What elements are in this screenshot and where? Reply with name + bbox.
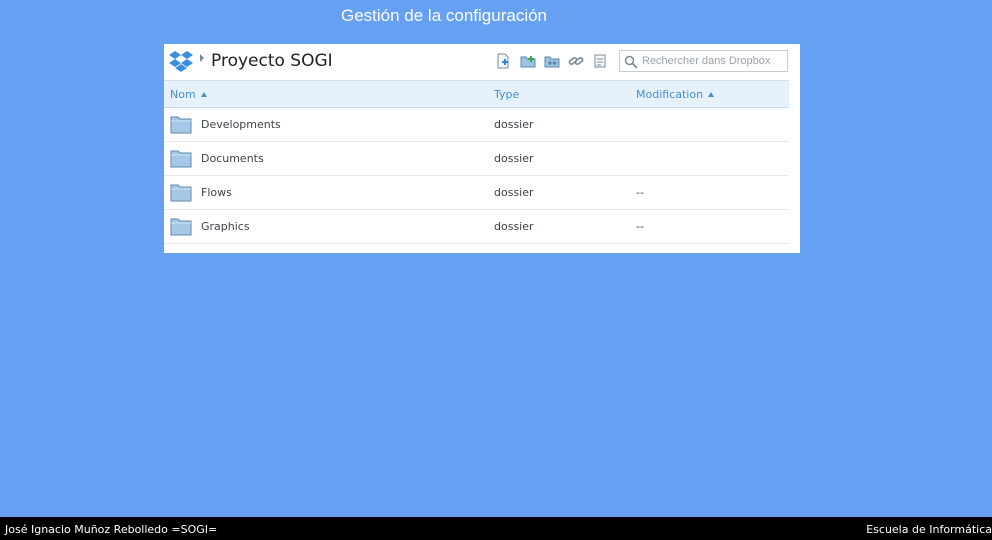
column-header-type-label: Type — [494, 88, 520, 101]
footer-author: José Ignacio Muñoz Rebolledo =SOGI= — [5, 523, 218, 536]
file-type: dossier — [494, 186, 534, 199]
dropbox-window: Proyecto SOGI Rechercher dans Dropbox No… — [164, 44, 800, 253]
folder-icon — [170, 150, 192, 168]
file-modified: -- — [636, 220, 644, 233]
sort-ascending-icon — [708, 92, 715, 97]
footer-school: Escuela de Informática — [866, 523, 992, 536]
folder-icon — [170, 184, 192, 202]
file-name[interactable]: Documents — [201, 152, 264, 165]
search-box — [619, 50, 788, 72]
search-input[interactable] — [642, 53, 784, 69]
file-name[interactable]: Flows — [201, 186, 232, 199]
table-header: Nom Type Modification — [164, 80, 789, 108]
table-row[interactable]: Graphics dossier -- — [164, 210, 789, 244]
table-row[interactable]: Documents dossier — [164, 142, 789, 176]
sort-ascending-icon — [200, 92, 207, 97]
slide-footer: José Ignacio Muñoz Rebolledo =SOGI= Escu… — [0, 517, 992, 540]
shared-folder-icon[interactable] — [544, 53, 560, 69]
column-header-type[interactable]: Type — [494, 88, 519, 101]
breadcrumb-arrow-icon — [200, 54, 204, 62]
deleted-files-icon[interactable] — [592, 53, 608, 69]
column-header-modification[interactable]: Modification — [636, 88, 715, 101]
file-name[interactable]: Graphics — [201, 220, 250, 233]
folder-title: Proyecto SOGI — [211, 51, 333, 71]
new-file-icon[interactable] — [495, 53, 511, 69]
file-modified: -- — [636, 186, 644, 199]
table-row[interactable]: Flows dossier -- — [164, 176, 789, 210]
folder-icon — [170, 116, 192, 134]
share-link-icon[interactable] — [568, 53, 584, 69]
column-header-modification-label: Modification — [636, 88, 704, 101]
slide-title: Gestión de la configuración — [340, 6, 548, 25]
table-row[interactable]: Developments dossier — [164, 108, 789, 142]
search-icon[interactable] — [624, 55, 638, 69]
file-type: dossier — [494, 152, 534, 165]
new-folder-icon[interactable] — [520, 53, 536, 69]
file-name[interactable]: Developments — [201, 118, 281, 131]
file-type: dossier — [494, 220, 534, 233]
toolbar: Proyecto SOGI — [164, 44, 800, 80]
file-type: dossier — [494, 118, 534, 131]
column-header-name-label: Nom — [170, 88, 196, 101]
folder-icon — [170, 218, 192, 236]
dropbox-logo-icon[interactable] — [169, 50, 193, 72]
column-header-name[interactable]: Nom — [170, 88, 207, 101]
